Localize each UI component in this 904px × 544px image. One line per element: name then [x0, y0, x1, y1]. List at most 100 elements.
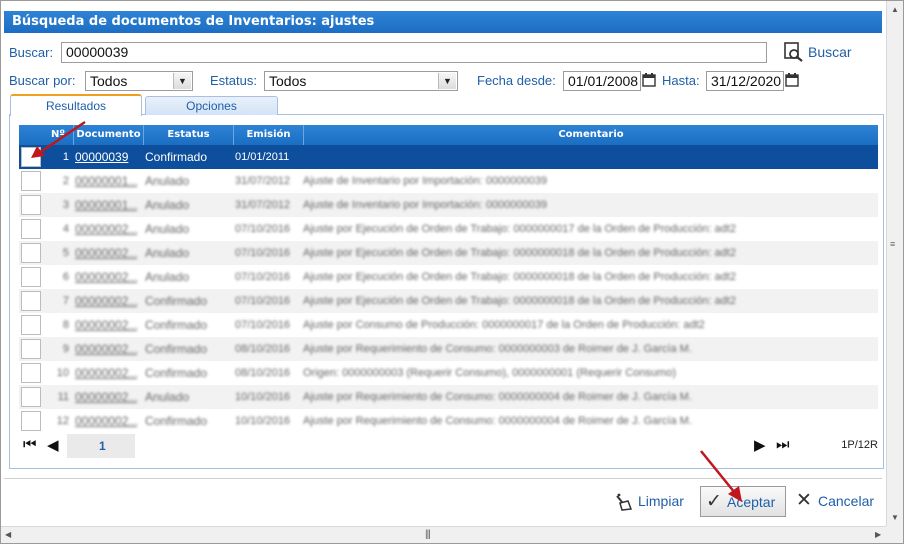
row-number: 7 [62, 295, 69, 307]
row-document-link[interactable]: 00000002... [75, 217, 137, 241]
clear-button-label: Limpiar [638, 493, 684, 509]
buscar-por-value: Todos [90, 73, 128, 89]
tab-opciones[interactable]: Opciones [145, 96, 278, 115]
table-row[interactable]: 10 00000002... Confirmado 08/10/2016 Origen:… [19, 361, 878, 385]
estatus-value: Todos [269, 73, 307, 89]
row-comment: Ajuste por Ejecución de Orden de Trabajo… [303, 247, 736, 259]
row-number: 6 [62, 271, 69, 283]
row-comment: Ajuste por Consumo de Producción: 000000… [303, 319, 705, 331]
row-emission-date: 07/10/2016 [235, 247, 291, 259]
calendar-icon[interactable] [642, 73, 656, 87]
scroll-left-icon[interactable]: ◀ [5, 530, 11, 539]
cancel-button[interactable]: ✕ Cancelar [796, 486, 874, 517]
row-emission-date: 31/07/2012 [235, 199, 291, 211]
cancel-button-label: Cancelar [818, 493, 875, 509]
row-comment: Ajuste de Inventario por Importación: 00… [303, 199, 547, 211]
horizontal-scrollbar[interactable]: ◀ ||| ▶ [1, 526, 888, 543]
row-status: Anulado [145, 390, 190, 404]
table-row[interactable]: 3 00000001... Anulado 31/07/2012 Ajuste de I… [19, 193, 878, 217]
row-checkbox[interactable] [21, 315, 41, 335]
calendar-icon[interactable] [785, 73, 799, 87]
search-input[interactable]: 00000039 [61, 42, 767, 63]
row-document-link[interactable]: 00000002... [75, 385, 137, 409]
row-status: Confirmado [145, 414, 208, 428]
clear-button[interactable]: Limpiar [614, 486, 684, 517]
table-row[interactable]: 5 00000002... Anulado 07/10/2016 Ajuste por … [19, 241, 878, 265]
row-status: Anulado [145, 270, 190, 284]
row-checkbox[interactable] [21, 291, 41, 311]
row-document-link[interactable]: 00000002... [75, 361, 137, 385]
vertical-scrollbar[interactable]: ▲ ≡ ▼ [886, 1, 903, 527]
table-row[interactable]: 1 00000039 Confirmado 01/01/2011 [19, 145, 878, 169]
row-checkbox[interactable] [21, 339, 41, 359]
row-document-link[interactable]: 00000002... [75, 409, 137, 433]
table-row[interactable]: 7 00000002... Confirmado 07/10/2016 Ajuste p… [19, 289, 878, 313]
search-icon [784, 42, 803, 62]
row-checkbox[interactable] [21, 387, 41, 407]
table-row[interactable]: 11 00000002... Anulado 10/10/2016 Ajuste por… [19, 385, 878, 409]
scroll-up-icon[interactable]: ▲ [891, 5, 899, 14]
row-status: Confirmado [145, 294, 208, 308]
buscar-por-select[interactable]: Todos ▼ [85, 71, 193, 91]
prev-page-icon[interactable]: ◀ [47, 436, 59, 454]
chevron-down-icon: ▼ [173, 73, 191, 89]
row-checkbox[interactable] [21, 219, 41, 239]
hasta-label: Hasta: [662, 73, 700, 88]
row-checkbox[interactable] [21, 171, 41, 191]
row-document-link[interactable]: 00000002... [75, 289, 137, 313]
scroll-right-icon[interactable]: ▶ [875, 530, 881, 539]
table-row[interactable]: 6 00000002... Anulado 07/10/2016 Ajuste por … [19, 265, 878, 289]
tab-resultados[interactable]: Resultados [10, 94, 142, 116]
page-number[interactable]: 1 [67, 434, 135, 458]
row-emission-date: 07/10/2016 [235, 223, 291, 235]
column-header-comentario[interactable]: Comentario [303, 125, 878, 145]
row-emission-date: 08/10/2016 [235, 343, 291, 355]
row-status: Confirmado [145, 150, 208, 164]
scroll-grip-icon[interactable]: ||| [425, 529, 431, 540]
row-comment: Ajuste por Requerimiento de Consumo: 000… [303, 415, 692, 427]
table-row[interactable]: 4 00000002... Anulado 07/10/2016 Ajuste por … [19, 217, 878, 241]
grid-header: Nº Documento Estatus Emisión Comentario [19, 125, 878, 145]
hasta-input[interactable]: 31/12/2020 [706, 71, 784, 91]
row-document-link[interactable]: 00000001... [75, 193, 137, 217]
row-document-link[interactable]: 00000002... [75, 313, 137, 337]
table-row[interactable]: 12 00000002... Confirmado 10/10/2016 Ajuste … [19, 409, 878, 433]
row-document-link[interactable]: 00000001... [75, 169, 137, 193]
estatus-label: Estatus: [210, 73, 257, 88]
scroll-corner [886, 526, 903, 543]
row-emission-date: 31/07/2012 [235, 175, 291, 187]
row-comment: Ajuste por Requerimiento de Consumo: 000… [303, 343, 692, 355]
row-checkbox[interactable] [21, 243, 41, 263]
row-document-link[interactable]: 00000002... [75, 337, 137, 361]
row-document-link[interactable]: 00000002... [75, 265, 137, 289]
row-checkbox[interactable] [21, 195, 41, 215]
table-row[interactable]: 9 00000002... Confirmado 08/10/2016 Ajuste p… [19, 337, 878, 361]
table-row[interactable]: 8 00000002... Confirmado 07/10/2016 Ajuste p… [19, 313, 878, 337]
estatus-select[interactable]: Todos ▼ [264, 71, 458, 91]
red-arrow-annotation [700, 450, 742, 502]
search-button-label: Buscar [808, 44, 852, 60]
row-emission-date: 10/10/2016 [235, 391, 291, 403]
row-status: Anulado [145, 222, 190, 236]
chevron-down-icon: ▼ [438, 73, 456, 89]
dialog-window: Búsqueda de documentos de Inventarios: a… [0, 0, 904, 544]
row-checkbox[interactable] [21, 267, 41, 287]
row-document-link[interactable]: 00000002... [75, 241, 137, 265]
row-checkbox[interactable] [21, 363, 41, 383]
first-page-icon[interactable]: ⏮ [23, 436, 37, 453]
last-page-icon[interactable]: ⏭ [776, 436, 790, 453]
row-comment: Ajuste por Requerimiento de Consumo: 000… [303, 391, 692, 403]
scroll-grip-icon[interactable]: ≡ [890, 240, 900, 253]
close-icon: ✕ [796, 490, 812, 511]
row-status: Anulado [145, 246, 190, 260]
fecha-desde-label: Fecha desde: [477, 73, 556, 88]
row-number: 5 [62, 247, 69, 259]
row-checkbox[interactable] [21, 411, 41, 431]
next-page-icon[interactable]: ▶ [754, 436, 766, 454]
scroll-down-icon[interactable]: ▼ [891, 513, 899, 522]
table-row[interactable]: 2 00000001... Anulado 31/07/2012 Ajuste de I… [19, 169, 878, 193]
row-status: Confirmado [145, 342, 208, 356]
fecha-desde-input[interactable]: 01/01/2008 [563, 71, 641, 91]
column-header-estatus[interactable]: Estatus [143, 125, 233, 145]
column-header-emision[interactable]: Emisión [233, 125, 303, 145]
